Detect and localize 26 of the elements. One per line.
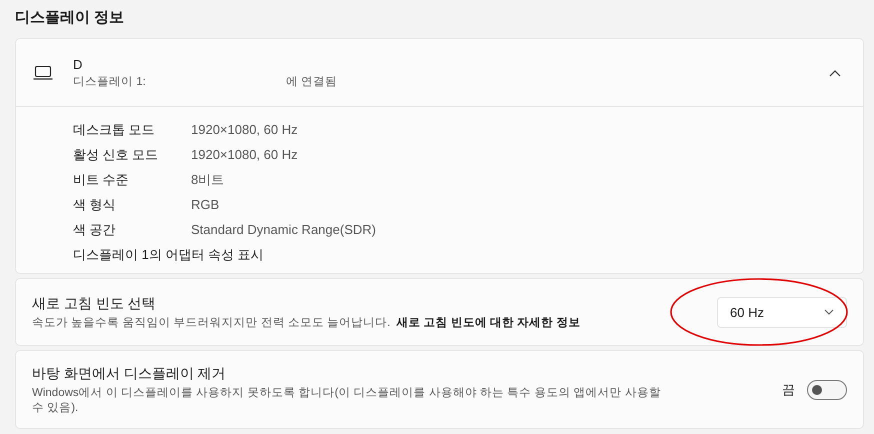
- display-connection-status: 에 연결됨: [286, 74, 337, 88]
- detail-value: RGB: [191, 197, 220, 212]
- toggle-switch[interactable]: [807, 380, 847, 400]
- display-connection-label: 디스플레이 1:: [73, 74, 146, 88]
- section-title: 디스플레이 정보: [15, 8, 126, 28]
- setting-title: 새로 고침 빈도 선택: [32, 294, 157, 312]
- display-name: D: [73, 56, 84, 72]
- detail-label: 비트 수준: [73, 170, 130, 188]
- adapter-properties-link[interactable]: 디스플레이 1의 어댑터 속성 표시: [73, 246, 264, 264]
- detail-value: 1920×1080, 60 Hz: [191, 147, 298, 162]
- toggle-label: 끔: [782, 380, 795, 398]
- laptop-icon: [33, 66, 53, 80]
- refresh-rate-dropdown[interactable]: 60 Hz: [717, 296, 847, 328]
- detail-label: 데스크톱 모드: [73, 120, 156, 138]
- setting-description: Windows에서 이 디스플레이를 사용하지 못하도록 합니다(이 디스플레이를 사용해야 하는 특수 용도의 앱에서만 사용할 수 있음).: [32, 386, 662, 414]
- detail-label: 색 공간: [73, 220, 117, 238]
- setting-description: 속도가 높을수록 움직임이 부드러워지지만 전력 소모도 늘어납니다.: [32, 316, 390, 328]
- chevron-down-icon: [824, 309, 834, 315]
- detail-label: 활성 신호 모드: [73, 146, 160, 164]
- detail-label: 색 형식: [73, 196, 117, 214]
- detail-value: 8비트: [191, 170, 224, 188]
- refresh-rate-info-link[interactable]: 새로 고침 빈도에 대한 자세한 정보: [396, 316, 580, 328]
- chevron-icon: [829, 68, 841, 76]
- detail-value: 1920×1080, 60 Hz: [191, 122, 298, 137]
- setting-title: 바탕 화면에서 디스플레이 제거: [32, 364, 227, 382]
- detail-value: Standard Dynamic Range(SDR): [191, 222, 376, 237]
